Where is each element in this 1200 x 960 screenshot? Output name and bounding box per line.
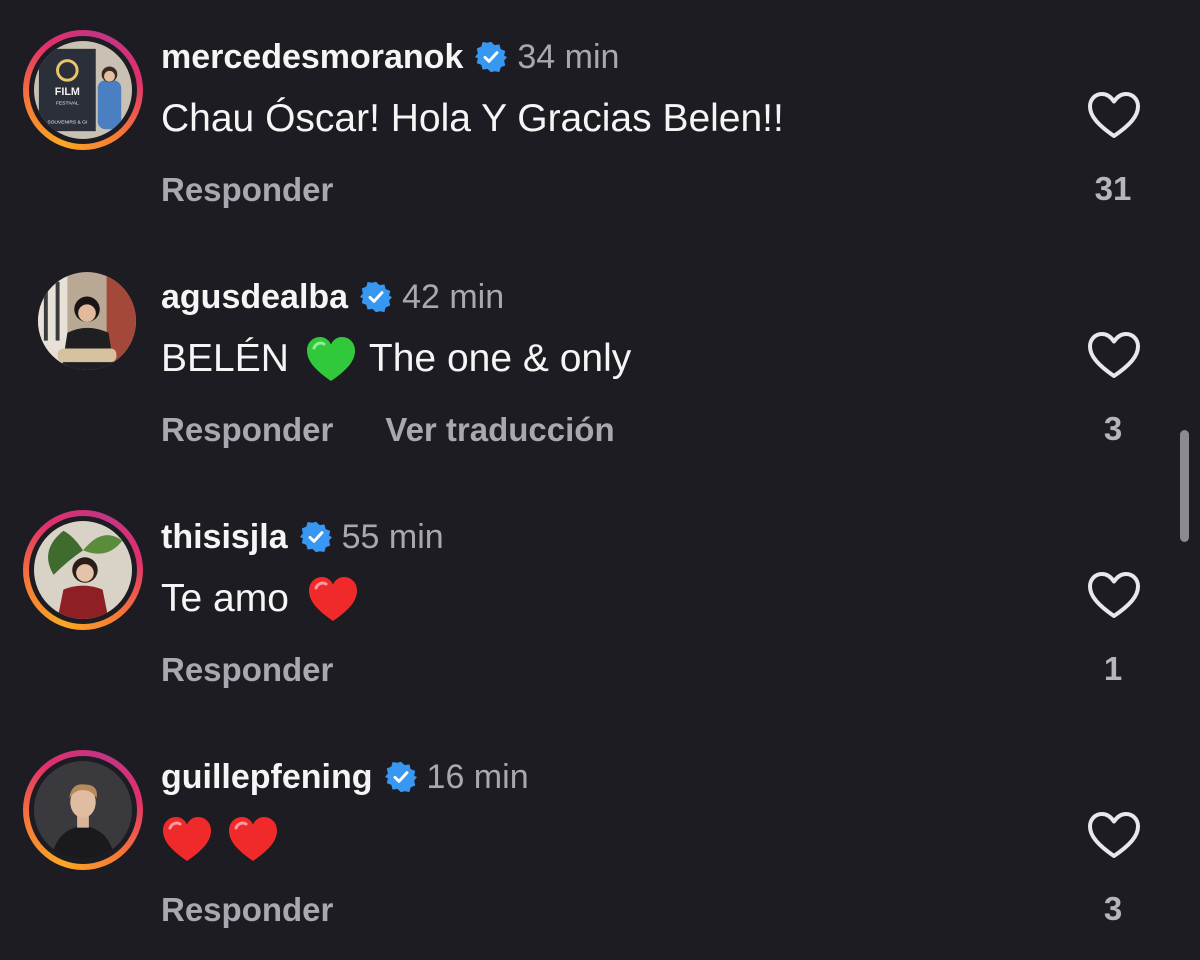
verified-badge-icon: [360, 281, 393, 313]
comment-time: 55 min: [341, 517, 444, 556]
username[interactable]: mercedesmoranok: [161, 38, 463, 77]
heart-outline-icon[interactable]: [1086, 330, 1142, 380]
see-translation-button[interactable]: Ver traducción: [385, 411, 614, 449]
verified-badge-icon: [475, 41, 508, 73]
like-count: 1: [1103, 650, 1123, 687]
comment-time: 42 min: [402, 277, 505, 316]
avatar-photo-film-festival: FILM FESTIVAL SOUVENIRS & GI: [34, 41, 132, 139]
reply-button[interactable]: Responder: [161, 651, 333, 689]
comment-text-part: Chau Óscar! Hola Y Gracias Belen!!: [161, 97, 784, 140]
comment-item: FILM FESTIVAL SOUVENIRS & GI mercedesmor…: [0, 0, 1200, 240]
comment-text: Chau Óscar! Hola Y Gracias Belen!!: [161, 94, 784, 144]
like-count: 31: [1094, 170, 1132, 207]
comment-header: thisisjla 55 min: [161, 516, 444, 558]
avatar-photo-person-sitting: [38, 272, 136, 370]
verified-badge-icon: [299, 521, 332, 553]
reply-button[interactable]: Responder: [161, 171, 333, 209]
reply-button[interactable]: Responder: [161, 891, 333, 929]
heart-outline-icon[interactable]: [1086, 570, 1142, 620]
avatar[interactable]: [23, 750, 143, 870]
svg-text:FILM: FILM: [55, 86, 80, 98]
comment-header: agusdealba 42 min: [161, 276, 504, 318]
avatar-photo-man-portrait: [34, 761, 132, 859]
scrollbar[interactable]: [1180, 430, 1189, 542]
comment-text: [161, 814, 285, 864]
like-count: 3: [1103, 410, 1123, 447]
comment-actions: Responder Ver traducción: [161, 408, 667, 452]
comment-item: thisisjla 55 min Te amo Responder 1: [0, 480, 1200, 720]
svg-text:SOUVENIRS & GI: SOUVENIRS & GI: [47, 119, 87, 125]
green-heart-emoji: [305, 335, 357, 383]
avatar[interactable]: FILM FESTIVAL SOUVENIRS & GI: [23, 30, 143, 150]
comment-text-part: The one & only: [368, 337, 632, 380]
red-heart-emoji: [227, 815, 279, 863]
avatar-photo-woman-plant: [34, 521, 132, 619]
avatar-image: FILM FESTIVAL SOUVENIRS & GI: [34, 41, 132, 139]
username[interactable]: guillepfening: [161, 758, 373, 797]
avatar[interactable]: [38, 272, 136, 370]
comment-text: Te amo: [161, 574, 365, 624]
comment-actions: Responder: [161, 648, 385, 692]
comment-item: agusdealba 42 min BELÉN The one & only R…: [0, 240, 1200, 480]
avatar[interactable]: [23, 510, 143, 630]
verified-badge-icon: [384, 761, 417, 793]
comment-text-part: BELÉN: [161, 337, 289, 380]
comment-header: mercedesmoranok 34 min: [161, 36, 619, 78]
heart-outline-icon[interactable]: [1086, 90, 1142, 140]
heart-outline-icon[interactable]: [1086, 810, 1142, 860]
comment-header: guillepfening 16 min: [161, 756, 529, 798]
comment-text: BELÉN The one & only: [161, 334, 631, 384]
comment-actions: Responder: [161, 168, 385, 212]
avatar-image: [38, 272, 136, 370]
comment-text-part: Te amo: [161, 577, 289, 620]
comment-time: 16 min: [426, 757, 529, 796]
comment-item: guillepfening 16 min Responder 3: [0, 720, 1200, 960]
username[interactable]: thisisjla: [161, 518, 288, 557]
red-heart-emoji: [307, 575, 359, 623]
reply-button[interactable]: Responder: [161, 411, 333, 449]
like-count: 3: [1103, 890, 1123, 927]
red-heart-emoji: [161, 815, 213, 863]
avatar-image: [34, 521, 132, 619]
username[interactable]: agusdealba: [161, 278, 348, 317]
svg-text:FESTIVAL: FESTIVAL: [56, 101, 79, 107]
comment-time: 34 min: [517, 37, 620, 76]
avatar-image: [34, 761, 132, 859]
comment-actions: Responder: [161, 888, 385, 932]
